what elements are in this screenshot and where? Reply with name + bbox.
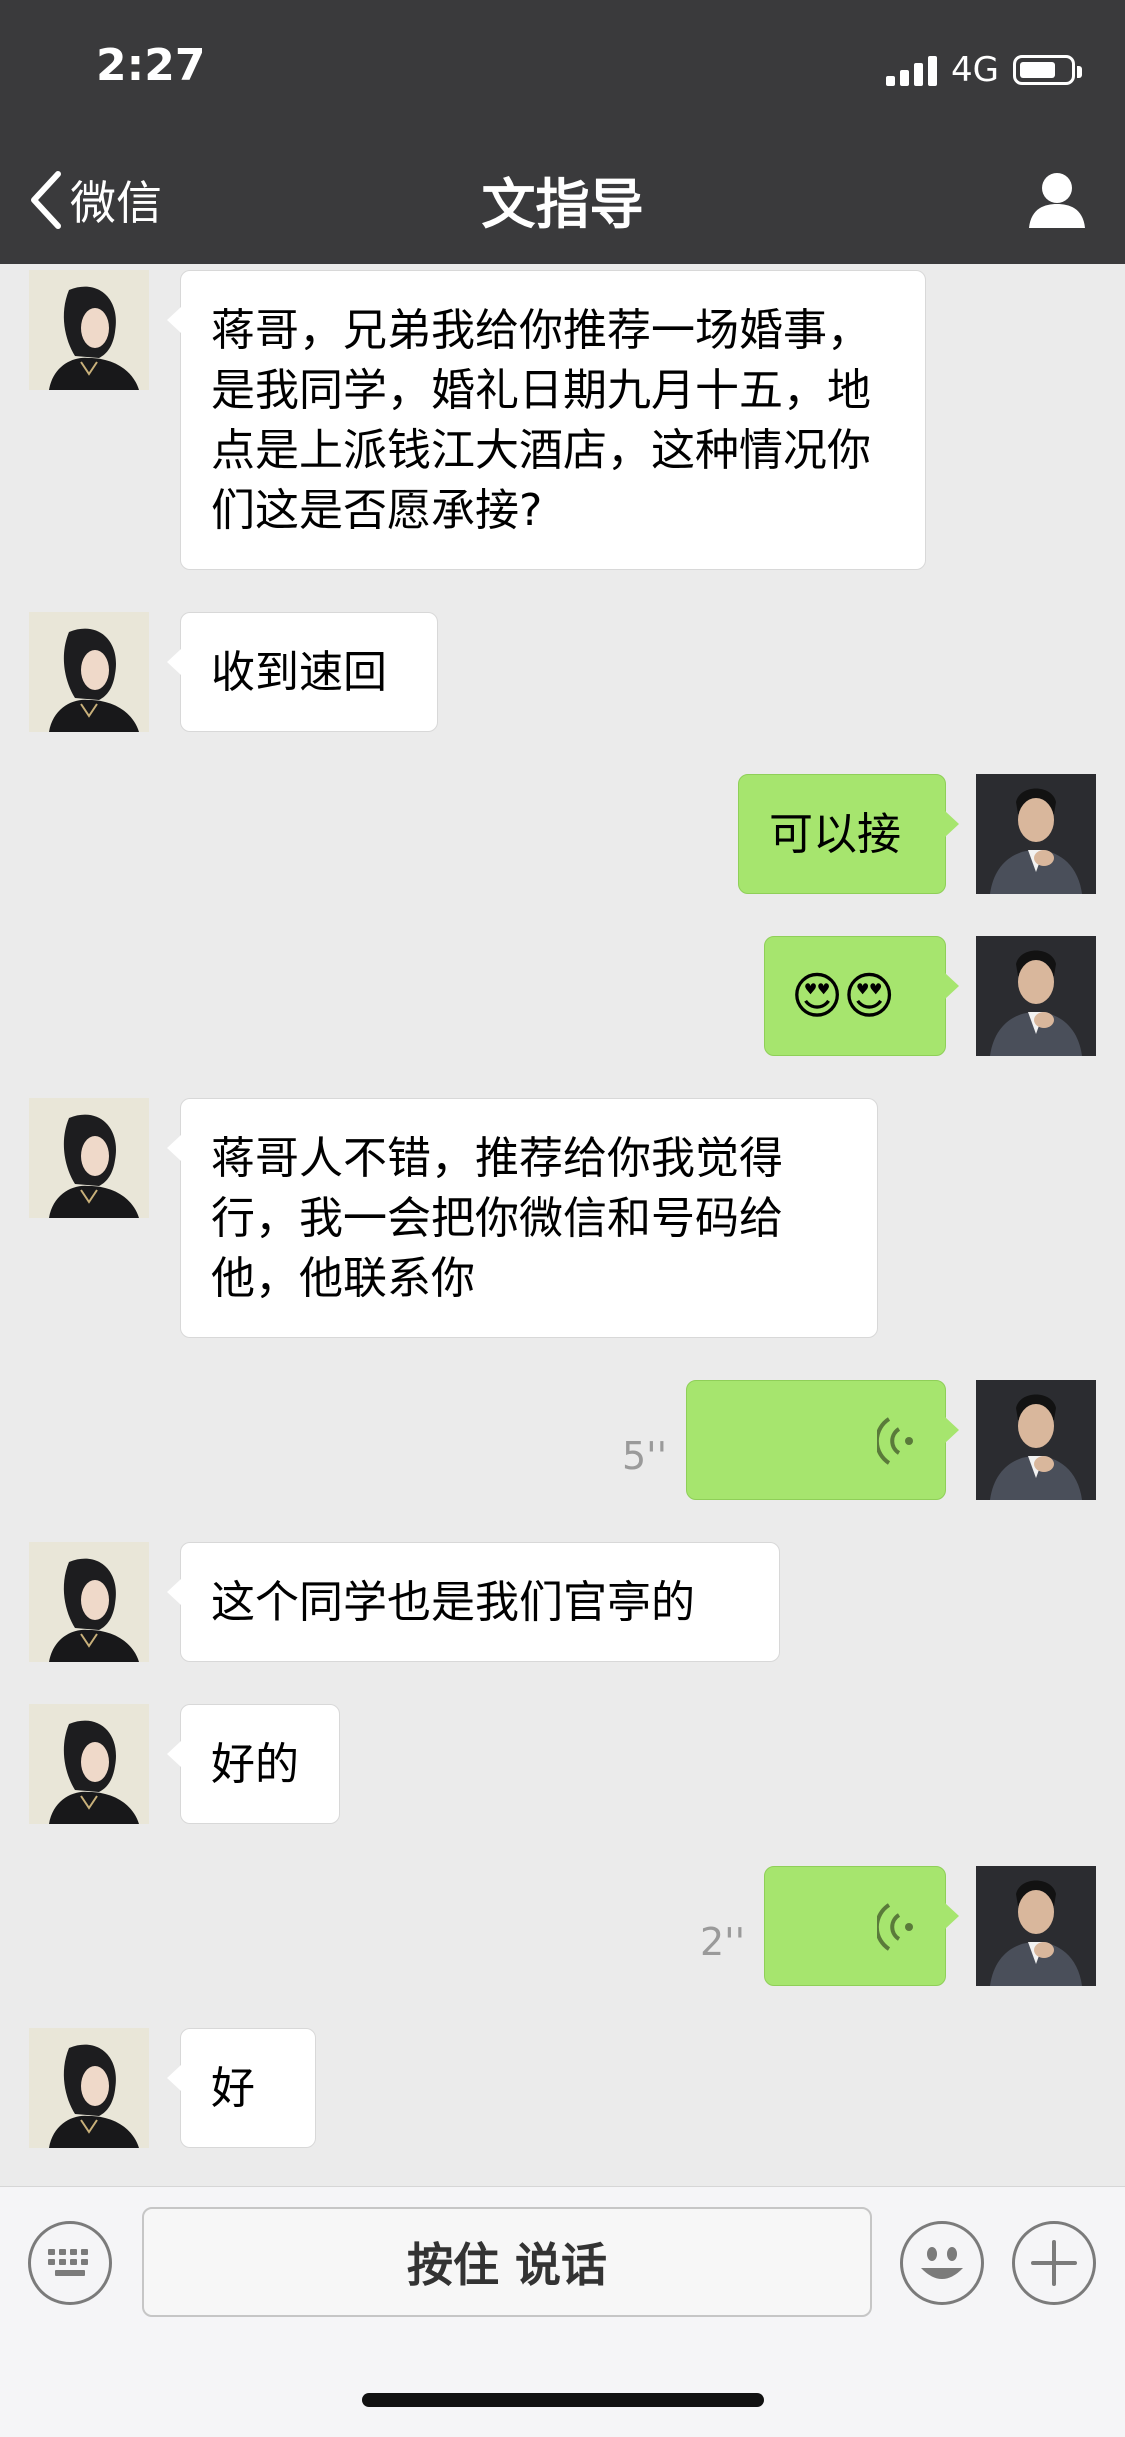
contact-avatar[interactable]	[29, 1098, 149, 1218]
plus-icon	[1031, 2240, 1077, 2286]
message-bubble[interactable]: 可以接	[738, 774, 959, 894]
contact-avatar[interactable]	[29, 2028, 149, 2148]
contact-avatar[interactable]	[29, 1542, 149, 1662]
my-avatar[interactable]	[976, 1380, 1096, 1500]
home-indicator[interactable]	[362, 2393, 764, 2407]
message-bubble[interactable]: 这个同学也是我们官亭的	[167, 1542, 780, 1662]
message-bubble[interactable]: 好的	[167, 1704, 340, 1824]
voice-wave-icon	[877, 1417, 913, 1465]
message-bubble[interactable]: 蒋哥人不错，推荐给你我觉得行，我一会把你微信和号码给他，他联系你	[167, 1098, 878, 1338]
message-text: 这个同学也是我们官亭的	[211, 1577, 695, 1628]
status-indicators: 4G	[886, 50, 1082, 90]
network-type: 4G	[951, 50, 999, 90]
keyboard-toggle-button[interactable]	[28, 2221, 112, 2305]
my-avatar[interactable]	[976, 774, 1096, 894]
person-icon	[1029, 173, 1085, 228]
voice-message-bubble[interactable]	[686, 1380, 959, 1500]
message-text: 好	[211, 2063, 255, 2114]
signal-icon	[886, 54, 938, 86]
chat-title: 文指导	[481, 173, 644, 236]
voice-message-bubble[interactable]	[764, 1866, 959, 1986]
contact-avatar[interactable]	[29, 270, 149, 390]
voice-duration: 5''	[622, 1434, 668, 1478]
message-text: 蒋哥，兄弟我给你推荐一场婚事，是我同学，婚礼日期九月十五，地点是上派钱江大酒店，…	[211, 305, 871, 536]
more-button[interactable]	[1012, 2221, 1096, 2305]
message-text: 好的	[211, 1739, 299, 1790]
profile-button[interactable]	[1025, 168, 1089, 232]
voice-wave-icon	[877, 1903, 913, 1951]
message-bubble[interactable]: 蒋哥，兄弟我给你推荐一场婚事，是我同学，婚礼日期九月十五，地点是上派钱江大酒店，…	[167, 270, 926, 570]
top-bar: 2:27 4G 微信 文指导	[0, 0, 1125, 264]
contact-avatar[interactable]	[29, 612, 149, 732]
voice-duration: 2''	[700, 1920, 746, 1964]
emoji-button[interactable]	[900, 2221, 984, 2305]
status-time: 2:27	[96, 40, 206, 91]
message-text: 可以接	[769, 809, 901, 860]
message-bubble[interactable]: 好	[167, 2028, 316, 2148]
message-bubble[interactable]: 😍😍	[764, 936, 959, 1056]
contact-avatar[interactable]	[29, 1704, 149, 1824]
emoji-message: 😍😍	[791, 967, 896, 1025]
my-avatar[interactable]	[976, 936, 1096, 1056]
message-text: 蒋哥人不错，推荐给你我觉得行，我一会把你微信和号码给他，他联系你	[211, 1133, 783, 1304]
message-text: 收到速回	[211, 647, 387, 698]
my-avatar[interactable]	[976, 1866, 1096, 1986]
smiley-icon	[921, 2247, 963, 2279]
keyboard-icon	[48, 2249, 88, 2276]
hold-to-talk-button[interactable]: 按住 说话	[142, 2207, 872, 2317]
battery-icon	[1013, 55, 1082, 85]
message-bubble[interactable]: 收到速回	[167, 612, 438, 732]
